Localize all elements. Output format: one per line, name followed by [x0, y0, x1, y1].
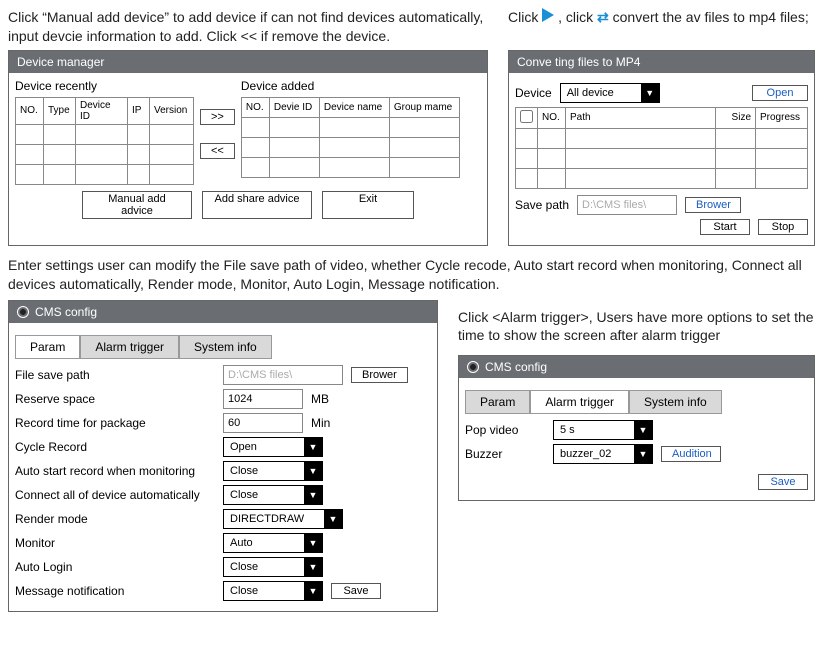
device-manager-panel: Device manager Device recently NO. Type … [8, 50, 488, 246]
device-added-table: NO. Devie ID Device name Group mame [241, 97, 460, 178]
convert-title: Conve ting files to MP4 [509, 51, 814, 73]
record-time-label: Record time for package [15, 416, 215, 430]
tab-system-info-2[interactable]: System info [629, 390, 722, 414]
save-button[interactable]: Save [331, 583, 381, 599]
cms-config-title: CMS config [9, 301, 437, 323]
device-manager-title: Device manager [9, 51, 487, 73]
cms-config-alarm-title: CMS config [459, 356, 814, 378]
tab-param-2[interactable]: Param [465, 390, 530, 414]
render-mode-label: Render mode [15, 512, 215, 526]
instr-device-manager: Click “Manual add device” to add device … [8, 8, 488, 46]
pop-video-label: Pop video [465, 423, 545, 437]
tab-alarm-trigger[interactable]: Alarm trigger [80, 335, 179, 359]
file-save-path-input[interactable] [223, 365, 343, 385]
convert-panel: Conve ting files to MP4 Device All devic… [508, 50, 815, 246]
app-icon-2 [467, 361, 479, 373]
auto-login-label: Auto Login [15, 560, 215, 574]
tab-alarm-trigger-2[interactable]: Alarm trigger [530, 390, 629, 414]
tab-param[interactable]: Param [15, 335, 80, 359]
connect-all-label: Connect all of device automatically [15, 488, 215, 502]
app-icon [17, 306, 29, 318]
auto-login-select[interactable]: Close [223, 557, 323, 577]
audition-button[interactable]: Audition [661, 446, 721, 462]
device-label: Device [515, 86, 552, 100]
instr-convert: Click , click ⇄ convert the av files to … [508, 8, 815, 27]
cycle-record-select[interactable]: Open [223, 437, 323, 457]
connect-all-select[interactable]: Close [223, 485, 323, 505]
reserve-space-label: Reserve space [15, 392, 215, 406]
cms-config-alarm-panel: CMS config Param Alarm trigger System in… [458, 355, 815, 501]
record-time-input[interactable] [223, 413, 303, 433]
savepath-label: Save path [515, 198, 569, 212]
reserve-space-unit: MB [311, 392, 329, 406]
render-mode-select[interactable]: DIRECTDRAW [223, 509, 343, 529]
instr-settings: Enter settings user can modify the File … [0, 250, 823, 296]
message-notification-label: Message notification [15, 584, 215, 598]
record-time-unit: Min [311, 416, 330, 430]
savepath-input[interactable] [577, 195, 677, 215]
cms-config-panel: CMS config Param Alarm trigger System in… [8, 300, 438, 612]
stop-button[interactable]: Stop [758, 219, 808, 235]
open-button[interactable]: Open [752, 85, 808, 101]
move-right-button[interactable]: >> [200, 109, 235, 125]
buzzer-label: Buzzer [465, 447, 545, 461]
device-recently-table: NO. Type Device ID IP Version [15, 97, 194, 185]
browser-button-2[interactable]: Brower [351, 367, 408, 383]
tab-system-info[interactable]: System info [179, 335, 272, 359]
cycle-icon: ⇄ [597, 8, 609, 27]
convert-table: NO. Path Size Progress [515, 107, 808, 189]
reserve-space-input[interactable] [223, 389, 303, 409]
file-save-path-label: File save path [15, 368, 215, 382]
instr-alarm: Click <Alarm trigger>, Users have more o… [458, 308, 815, 346]
manual-add-button[interactable]: Manual add advice [82, 191, 192, 219]
exit-button[interactable]: Exit [322, 191, 414, 219]
device-select[interactable]: All device [560, 83, 660, 103]
save-button-2[interactable]: Save [758, 474, 808, 490]
device-recently-label: Device recently [15, 79, 194, 93]
browser-button[interactable]: Brower [685, 197, 741, 213]
buzzer-select[interactable]: buzzer_02 [553, 444, 653, 464]
monitor-select[interactable]: Auto [223, 533, 323, 553]
start-button[interactable]: Start [700, 219, 750, 235]
device-added-label: Device added [241, 79, 460, 93]
add-share-button[interactable]: Add share advice [202, 191, 312, 219]
move-left-button[interactable]: << [200, 143, 235, 159]
play-icon [542, 8, 554, 22]
auto-start-record-label: Auto start record when monitoring [15, 464, 215, 478]
select-all-checkbox[interactable] [520, 110, 533, 123]
pop-video-select[interactable]: 5 s [553, 420, 653, 440]
cycle-record-label: Cycle Record [15, 440, 215, 454]
auto-start-record-select[interactable]: Close [223, 461, 323, 481]
message-notification-select[interactable]: Close [223, 581, 323, 601]
monitor-label: Monitor [15, 536, 215, 550]
